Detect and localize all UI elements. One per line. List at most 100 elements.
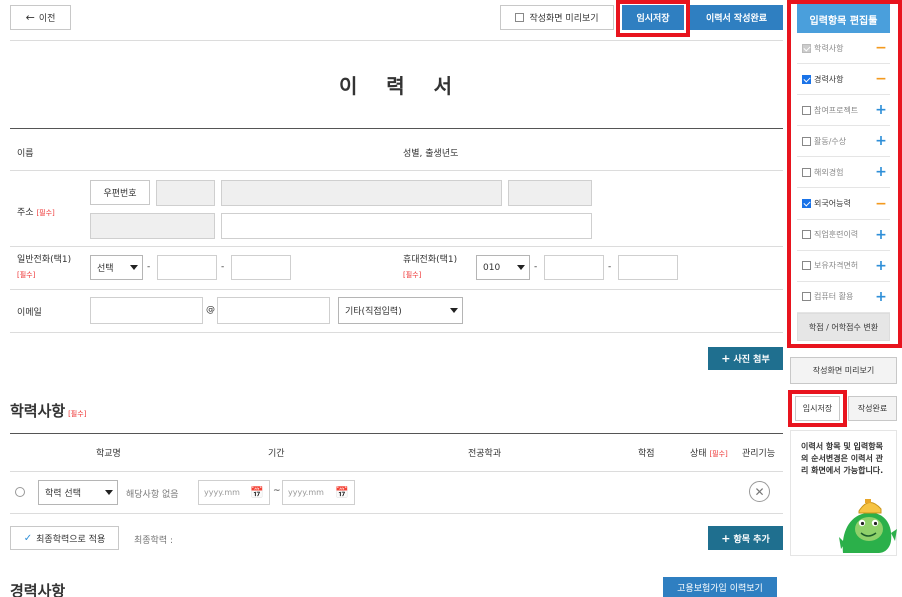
photo-attach-label: 사진 첨부 <box>733 355 770 365</box>
delete-row-icon[interactable]: ✕ <box>749 481 770 502</box>
add-icon[interactable]: + <box>874 289 888 305</box>
complete-button[interactable]: 이력서 작성완료 <box>690 5 783 30</box>
photo-attach-button[interactable]: + 사진 첨부 <box>708 347 783 370</box>
page-title: 이 력 서 <box>339 74 454 98</box>
arrow-left-icon: ← <box>25 11 35 24</box>
preview-checkbox[interactable] <box>515 13 525 22</box>
divider <box>10 332 783 333</box>
email-domain-field[interactable] <box>217 297 330 324</box>
required-mark: [필수] <box>17 271 36 279</box>
sidebar-header: 입력항목 편집툴 <box>797 4 890 34</box>
sidebar-item[interactable]: 해외경험 + <box>797 157 890 189</box>
notice-text: 이력서 항목 및 입력항목의 순서변경은 이력서 관리 화면에서 가능합니다. <box>801 442 884 475</box>
row-radio[interactable] <box>15 487 25 497</box>
required-mark: [필수] <box>68 410 87 418</box>
final-education-text: 최종학력 : <box>134 536 174 546</box>
sidebar-complete-label: 작성완료 <box>857 404 888 413</box>
remove-icon[interactable]: − <box>874 196 888 212</box>
final-education-button[interactable]: ✓ 최종학력으로 적용 <box>10 526 119 550</box>
mobile-label-text: 휴대전화(택1) <box>403 255 458 265</box>
start-date-field[interactable]: yyyy.mm 📅 <box>198 480 270 505</box>
calendar-icon[interactable]: 📅 <box>250 486 264 499</box>
divider <box>10 471 783 472</box>
zipcode-label: 우편번호 <box>103 189 137 199</box>
address-field[interactable] <box>221 180 502 206</box>
sidebar-item[interactable]: 직업훈련이력 + <box>797 219 890 251</box>
add-icon[interactable]: + <box>874 164 888 180</box>
sidebar-item-checkbox[interactable] <box>802 74 811 84</box>
plus-icon: + <box>721 352 731 365</box>
remove-icon[interactable]: − <box>874 71 888 87</box>
end-date-field[interactable]: yyyy.mm 📅 <box>282 480 355 505</box>
col-period: 기간 <box>268 449 285 459</box>
none-text: 해당사항 없음 <box>126 490 179 500</box>
convert-score-button[interactable]: 학점 / 어학점수 변환 <box>797 313 890 341</box>
address-label: 주소 [필수] <box>17 205 55 218</box>
sidebar-item[interactable]: 참여프로젝트 + <box>797 95 890 127</box>
chevron-down-icon <box>450 308 458 313</box>
divider <box>10 513 783 514</box>
phone-last-field[interactable] <box>231 255 291 280</box>
dash: - <box>221 262 225 272</box>
sidebar-item-checkbox[interactable] <box>802 292 811 302</box>
sidebar-item-checkbox[interactable] <box>802 199 811 208</box>
address-detail-field[interactable] <box>221 213 592 239</box>
sidebar-item-checkbox[interactable] <box>802 261 811 271</box>
chevron-down-icon <box>130 265 138 270</box>
phone-prefix-select[interactable]: 선택 <box>90 255 143 280</box>
temp-save-button[interactable]: 임시저장 <box>622 5 684 30</box>
mobile-last-field[interactable] <box>618 255 678 280</box>
divider <box>10 40 783 41</box>
zipcode-button[interactable]: 우편번호 <box>90 180 150 205</box>
required-mark: [필수] <box>709 450 728 458</box>
add-icon[interactable]: + <box>874 133 888 149</box>
sidebar-complete-button[interactable]: 작성완료 <box>848 396 897 421</box>
sidebar-temp-save-button[interactable]: 임시저장 <box>795 396 840 421</box>
insurance-history-button[interactable]: 고용보험가입 이력보기 <box>663 577 777 597</box>
sidebar-item[interactable]: 활동/수상 + <box>797 126 890 158</box>
add-item-label: 항목 추가 <box>733 534 770 545</box>
phone-prefix-value: 선택 <box>97 264 114 274</box>
sidebar-item[interactable]: 학력사항 − <box>797 33 890 64</box>
back-button[interactable]: ← 이전 <box>10 5 71 30</box>
sidebar-notice-box: 이력서 항목 및 입력항목의 순서변경은 이력서 관리 화면에서 가능합니다. <box>790 430 897 556</box>
calendar-icon[interactable]: 📅 <box>335 486 349 499</box>
sidebar-item-checkbox[interactable] <box>802 230 811 240</box>
phone-label-text: 일반전화(택1) <box>17 255 72 265</box>
email-domain-select[interactable]: 기타(직접입력) <box>338 297 463 324</box>
mobile-middle-field[interactable] <box>544 255 604 280</box>
col-manage: 관리기능 <box>742 449 776 459</box>
zipcode-field[interactable] <box>156 180 215 206</box>
sidebar-preview-button[interactable]: 작성화면 미리보기 <box>790 357 897 384</box>
phone-middle-field[interactable] <box>157 255 217 280</box>
sidebar-item[interactable]: 보유자격면허 + <box>797 250 890 282</box>
dash: - <box>608 262 612 272</box>
add-icon[interactable]: + <box>874 258 888 274</box>
remove-icon[interactable]: − <box>874 40 888 56</box>
sidebar-temp-save-label: 임시저장 <box>802 404 833 413</box>
sidebar-item[interactable]: 외국어능력 − <box>797 188 890 220</box>
sidebar-item-checkbox[interactable] <box>802 136 811 146</box>
mobile-prefix-select[interactable]: 010 <box>476 255 530 280</box>
education-level-select[interactable]: 학력 선택 <box>38 480 118 505</box>
address-extra-field[interactable] <box>508 180 592 206</box>
chevron-down-icon <box>105 490 113 495</box>
add-icon[interactable]: + <box>874 102 888 118</box>
divider <box>10 246 783 247</box>
sidebar-item-checkbox[interactable] <box>802 105 811 115</box>
end-date-placeholder: yyyy.mm <box>288 488 324 497</box>
sidebar-item[interactable]: 경력사항 − <box>797 64 890 96</box>
preview-button[interactable]: 작성화면 미리보기 <box>500 5 614 30</box>
add-icon[interactable]: + <box>874 227 888 243</box>
email-id-field[interactable] <box>90 297 203 324</box>
dash: - <box>534 262 538 272</box>
sidebar-item-checkbox <box>802 43 811 53</box>
mobile-label: 휴대전화(택1) [필수] <box>403 253 457 283</box>
career-section-title: 경력사항 <box>10 582 66 597</box>
check-icon: ✓ <box>23 532 33 544</box>
add-item-button[interactable]: + 항목 추가 <box>708 526 783 550</box>
address-sub-field[interactable] <box>90 213 215 239</box>
sidebar-item-checkbox[interactable] <box>802 167 811 177</box>
convert-score-label: 학점 / 어학점수 변환 <box>808 322 879 332</box>
sidebar-item[interactable]: 컴퓨터 활용 + <box>797 281 890 313</box>
